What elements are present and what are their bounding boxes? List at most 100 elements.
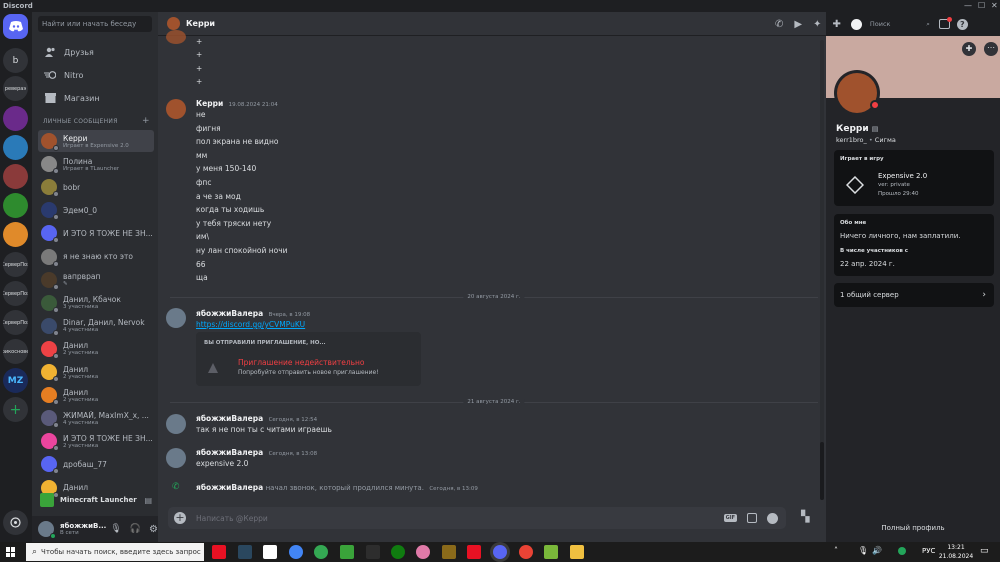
- server-prikosnoven[interactable]: прикосновен: [3, 339, 28, 364]
- pin-icon[interactable]: ✦: [813, 19, 821, 30]
- activity-menu-icon[interactable]: ▤: [144, 496, 152, 505]
- help-icon[interactable]: ?: [956, 18, 968, 30]
- taskbar-app-icon[interactable]: [416, 545, 430, 559]
- headphones-icon[interactable]: 🎧: [130, 524, 141, 534]
- dm-item[interactable]: Эдем0_0: [38, 199, 154, 221]
- taskbar-search-input[interactable]: ⌕ Чтобы начать поиск, введите здесь запр…: [26, 543, 204, 561]
- server-icon-red[interactable]: [3, 164, 28, 189]
- tray-icon[interactable]: [898, 547, 906, 555]
- taskbar-clock[interactable]: 13:21 21.08.2024: [938, 543, 974, 561]
- activity-bar[interactable]: Minecraft Launcher ▤: [38, 490, 154, 510]
- add-server-button[interactable]: +: [3, 397, 28, 422]
- scrollbar-thumb[interactable]: [820, 442, 824, 500]
- server-serverpoz-3[interactable]: СерверПоз: [3, 310, 28, 335]
- dm-item[interactable]: Данил 2 участника: [38, 361, 154, 383]
- volume-icon[interactable]: 🔊: [872, 546, 882, 555]
- profile-avatar[interactable]: [834, 70, 880, 116]
- video-call-icon[interactable]: ▶: [794, 19, 802, 30]
- message-avatar[interactable]: [166, 30, 186, 44]
- nav-shop[interactable]: Магазин: [38, 88, 152, 108]
- gear-icon[interactable]: ⚙: [149, 524, 158, 535]
- maximize-button[interactable]: ☐: [978, 1, 985, 10]
- add-friends-icon[interactable]: ✚: [832, 19, 840, 30]
- message-author[interactable]: ябожжиВалера: [196, 414, 263, 423]
- message-input[interactable]: Написать @Керри: [196, 514, 268, 523]
- add-friend-icon[interactable]: ✚: [962, 42, 976, 56]
- message-author[interactable]: Керри: [196, 99, 223, 108]
- microphone-icon[interactable]: 🎙: [858, 546, 868, 555]
- inbox-icon[interactable]: [938, 17, 952, 29]
- taskbar-app-icon[interactable]: [544, 545, 558, 559]
- voice-call-icon[interactable]: ✆: [775, 19, 783, 30]
- dm-item[interactable]: дробаш_77: [38, 453, 154, 475]
- user-profile-toggle-icon[interactable]: [850, 18, 862, 30]
- discord-icon[interactable]: [493, 545, 507, 559]
- server-reveraz[interactable]: ревераэ: [3, 76, 28, 101]
- user-avatar[interactable]: [38, 521, 56, 539]
- server-mz[interactable]: MZ: [3, 368, 28, 393]
- notifications-icon[interactable]: ▭: [980, 546, 989, 556]
- dm-item[interactable]: Полина Играет в TLauncher: [38, 153, 154, 175]
- server-icon-creeper[interactable]: [3, 193, 28, 218]
- discover-button[interactable]: [3, 510, 28, 535]
- dm-item[interactable]: Керри Играет в Expensive 2.0: [38, 130, 154, 152]
- dm-search-input[interactable]: Найти или начать беседу: [38, 16, 152, 32]
- home-dm-button[interactable]: [3, 14, 28, 39]
- chrome-icon[interactable]: [289, 545, 303, 559]
- message-author[interactable]: ябожжиВалера: [196, 309, 263, 318]
- dm-item[interactable]: вапрврап ✎: [38, 269, 154, 291]
- create-dm-button[interactable]: +: [142, 116, 150, 126]
- taskbar-app-icon[interactable]: [442, 545, 456, 559]
- server-icon-purple[interactable]: [3, 106, 28, 131]
- message-avatar[interactable]: [166, 448, 186, 468]
- windows-start-icon[interactable]: [6, 547, 16, 557]
- server-icon-blue[interactable]: [3, 135, 28, 160]
- chrome-icon[interactable]: [314, 545, 328, 559]
- server-b[interactable]: b: [3, 48, 28, 73]
- scrollbar-track[interactable]: [820, 40, 824, 500]
- apps-icon[interactable]: ▚: [801, 510, 809, 523]
- microphone-icon[interactable]: 🎙: [110, 524, 121, 534]
- gif-button[interactable]: GIF: [723, 514, 737, 522]
- full-profile-link[interactable]: Полный профиль: [826, 524, 1000, 532]
- dm-item[interactable]: Данил 2 участника: [38, 338, 154, 360]
- dm-item[interactable]: Данил 2 участника: [38, 384, 154, 406]
- dm-item[interactable]: Данил, Кбачок 3 участника: [38, 292, 154, 314]
- taskbar-app-icon[interactable]: [212, 545, 226, 559]
- server-icon-orange[interactable]: [3, 222, 28, 247]
- sticker-icon[interactable]: [747, 513, 757, 523]
- dm-item[interactable]: Dinar, Данил, Nervok 4 участника: [38, 315, 154, 337]
- invite-link[interactable]: https://discord.gg/yCVMPuKU: [196, 320, 305, 329]
- server-rail: b ревераэ СерверПоз СерверПоз СерверПоз …: [0, 12, 32, 542]
- mutual-servers-button[interactable]: 1 общий сервер ›: [834, 283, 994, 307]
- emoji-icon[interactable]: [767, 512, 778, 524]
- dm-item[interactable]: я не знаю кто это: [38, 246, 154, 268]
- steam-icon[interactable]: [238, 545, 252, 559]
- taskbar-app-icon[interactable]: [263, 545, 277, 559]
- dm-item[interactable]: И ЭТО Я ТОЖЕ НЕ ЗН...: [38, 222, 154, 244]
- message-avatar[interactable]: [166, 99, 186, 119]
- input-language[interactable]: РУС: [922, 547, 935, 555]
- message-avatar[interactable]: [166, 308, 186, 328]
- server-serverpoz-1[interactable]: СерверПоз: [3, 252, 28, 277]
- nav-nitro[interactable]: Nitro: [38, 65, 152, 85]
- chat-search-input[interactable]: Поиск ⌕: [866, 18, 933, 30]
- chevron-up-icon[interactable]: ˄: [834, 546, 838, 555]
- dm-item[interactable]: bobr: [38, 176, 154, 198]
- nav-friends[interactable]: Друзья: [38, 42, 152, 62]
- more-options-icon[interactable]: ⋯: [984, 42, 998, 56]
- taskbar-app-icon[interactable]: [467, 545, 481, 559]
- xbox-icon[interactable]: [391, 545, 405, 559]
- close-window-button[interactable]: ✕: [991, 1, 998, 10]
- message-avatar[interactable]: [166, 414, 186, 434]
- dm-item[interactable]: И ЭТО Я ТОЖЕ НЕ ЗН... 2 участника: [38, 430, 154, 452]
- message-author[interactable]: ябожжиВалера: [196, 448, 263, 457]
- server-serverpoz-2[interactable]: СерверПоз: [3, 281, 28, 306]
- taskbar-app-icon[interactable]: [366, 545, 380, 559]
- minecraft-icon[interactable]: [340, 545, 354, 559]
- dm-item[interactable]: ЖИМАЙ, MaxImX_x, ... 4 участника: [38, 407, 154, 429]
- chrome-icon[interactable]: [519, 545, 533, 559]
- attach-plus-icon[interactable]: +: [174, 512, 186, 524]
- minimize-button[interactable]: —: [964, 1, 972, 10]
- file-explorer-icon[interactable]: [570, 545, 584, 559]
